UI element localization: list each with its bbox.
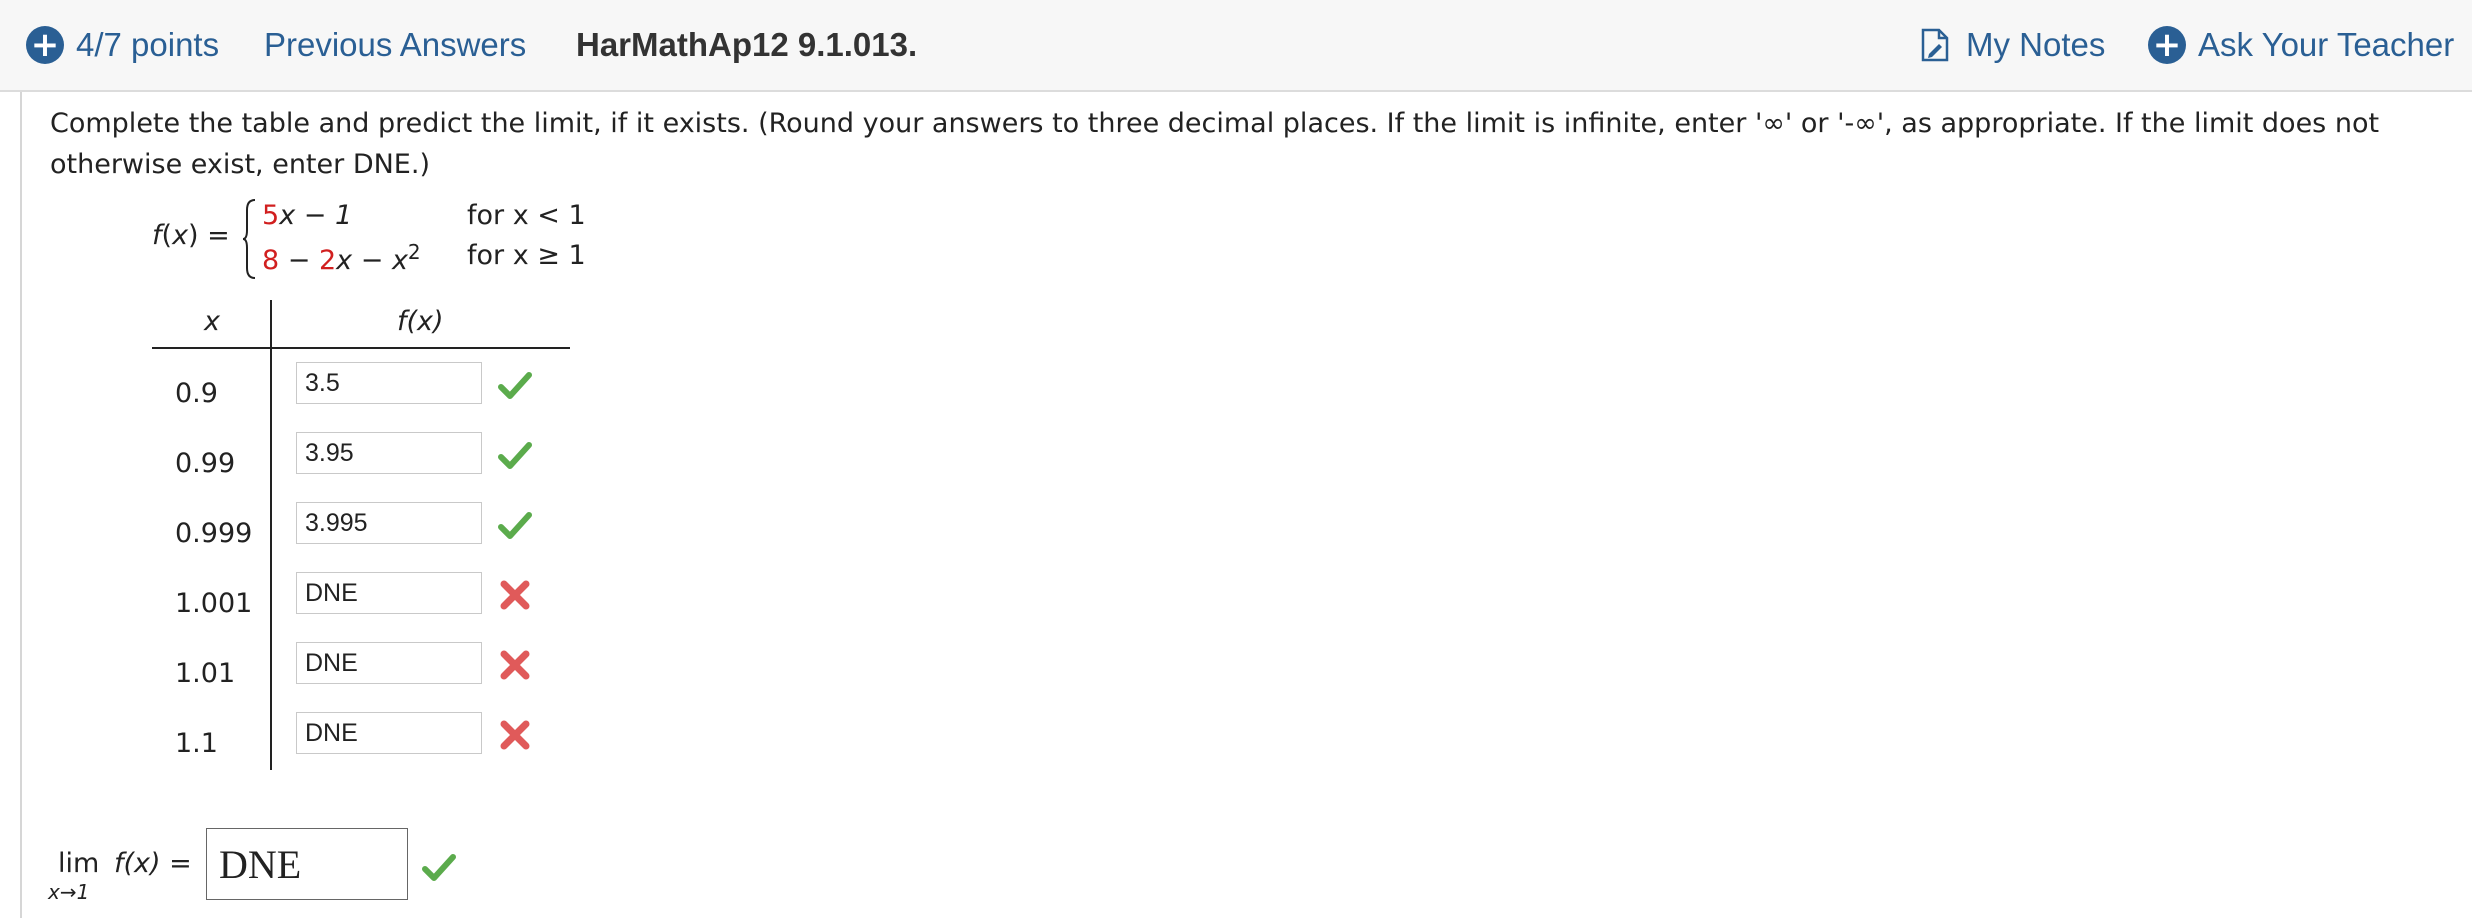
- header-x: x: [204, 306, 220, 337]
- fx-input-4[interactable]: [296, 572, 482, 614]
- limit-input[interactable]: [206, 828, 408, 900]
- plus-icon: +: [2148, 26, 2186, 64]
- fx-input-6[interactable]: [296, 712, 482, 754]
- plus-icon: +: [26, 26, 64, 64]
- lim-expression: f(x) =: [114, 848, 192, 879]
- function-lhs: f(x) =: [152, 220, 230, 251]
- piece-1: 5x − 1: [262, 200, 353, 231]
- header-fx: f(x): [397, 306, 444, 337]
- checkmark-icon: [422, 854, 456, 881]
- checkmark-icon: [498, 372, 532, 399]
- lim-label: lim: [58, 848, 100, 879]
- piecewise-function: f(x) = 5x − 1 8 − 2x − x2 for x < 1 for …: [152, 198, 632, 284]
- cross-icon: [500, 580, 530, 610]
- checkmark-icon: [498, 512, 532, 539]
- fx-input-5[interactable]: [296, 642, 482, 684]
- fx-input-2[interactable]: [296, 432, 482, 474]
- piece-2: 8 − 2x − x2: [262, 240, 421, 276]
- value-table: x f(x) 0.9 0.99 0.999 1.001 1.01 1.1: [152, 300, 572, 770]
- condition-2: for x ≥ 1: [467, 240, 586, 271]
- points-toggle[interactable]: + 4/7 points: [26, 20, 219, 70]
- x-value: 0.9: [175, 378, 218, 409]
- cross-icon: [500, 650, 530, 680]
- x-value: 1.01: [175, 658, 236, 689]
- lim-subscript: x→1: [48, 880, 90, 904]
- fx-input-3[interactable]: [296, 502, 482, 544]
- previous-answers-link[interactable]: Previous Answers: [264, 20, 526, 70]
- x-value: 1.001: [175, 588, 253, 619]
- notes-icon: [1921, 28, 1949, 62]
- left-border: [20, 92, 22, 918]
- condition-1: for x < 1: [467, 200, 586, 231]
- table-column-rule: [270, 300, 272, 770]
- x-value: 1.1: [175, 728, 218, 759]
- question-header: + 4/7 points Previous Answers HarMathAp1…: [0, 0, 2472, 92]
- my-notes-link[interactable]: My Notes: [1920, 20, 2105, 70]
- x-value: 0.99: [175, 448, 236, 479]
- fx-input-1[interactable]: [296, 362, 482, 404]
- table-header-rule: [152, 347, 570, 349]
- checkmark-icon: [498, 442, 532, 469]
- points-label: 4/7 points: [76, 26, 220, 63]
- x-value: 0.999: [175, 518, 253, 549]
- problem-id: HarMathAp12 9.1.013.: [576, 26, 918, 63]
- ask-teacher-link[interactable]: + Ask Your Teacher: [2148, 20, 2454, 70]
- my-notes-label: My Notes: [1966, 26, 2106, 63]
- question-instructions: Complete the table and predict the limit…: [50, 108, 2380, 180]
- cross-icon: [500, 720, 530, 750]
- brace-icon: [242, 199, 256, 279]
- ask-teacher-label: Ask Your Teacher: [2198, 26, 2455, 63]
- limit-answer: lim x→1 f(x) =: [48, 828, 548, 908]
